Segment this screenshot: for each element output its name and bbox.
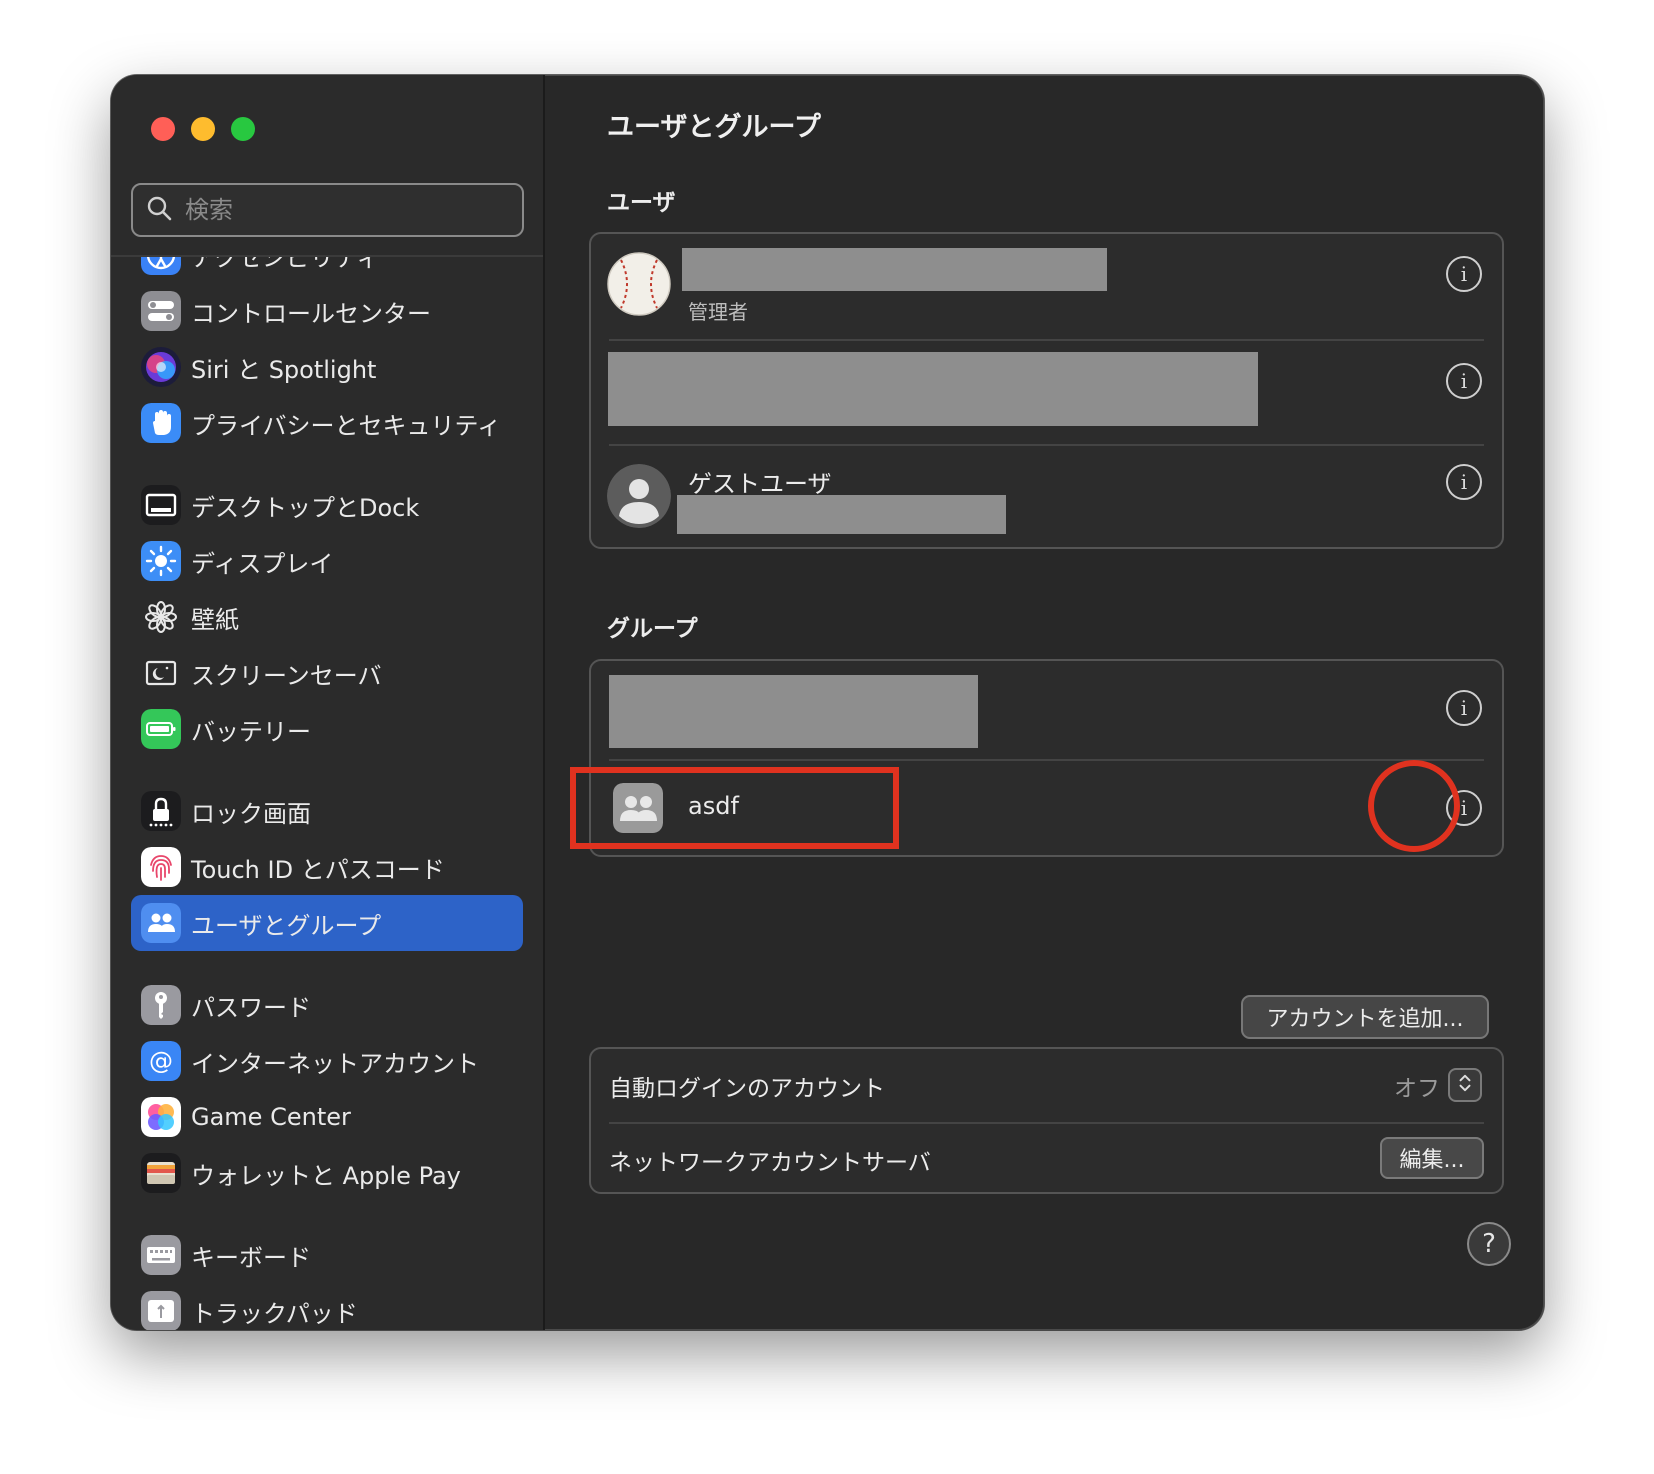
- settings-window: アクセシビリティ コントロールセンター Siri と Spotlight: [111, 75, 1544, 1330]
- groups-section-title: グループ: [607, 616, 698, 642]
- edit-button[interactable]: 編集...: [1380, 1137, 1484, 1179]
- user-row-guest[interactable]: ゲストユーザ i: [591, 444, 1502, 547]
- lock-icon: [141, 791, 181, 831]
- redacted-user-entry: [608, 352, 1258, 426]
- sidebar-item-label: キーボード: [191, 1243, 311, 1272]
- control-center-icon: [141, 291, 181, 331]
- auto-login-label: 自動ログインのアカウント: [609, 1076, 885, 1102]
- user-row-admin[interactable]: 管理者 i: [591, 234, 1502, 339]
- dock-icon: [141, 485, 181, 525]
- wallpaper-flower-icon: [141, 597, 181, 637]
- sidebar-item-wallet[interactable]: ウォレットと Apple Pay: [131, 1145, 523, 1201]
- sidebar-item-control-center[interactable]: コントロールセンター: [131, 283, 523, 339]
- game-center-icon: [141, 1097, 181, 1137]
- sidebar-item-wallpaper[interactable]: 壁紙: [131, 589, 523, 645]
- sidebar-item-label: スクリーンセーバ: [191, 661, 382, 690]
- options-panel: 自動ログインのアカウント オフ ネットワークアカウントサーバ 編集...: [589, 1047, 1504, 1194]
- accessibility-icon: [141, 257, 181, 275]
- sidebar-item-label: パスワード: [191, 993, 311, 1022]
- sidebar-item-label: バッテリー: [191, 717, 311, 746]
- sidebar-item-label: インターネットアカウント: [191, 1049, 479, 1078]
- zoom-window-button[interactable]: [231, 117, 255, 141]
- window-controls: [151, 117, 255, 141]
- add-account-button[interactable]: アカウントを追加...: [1241, 995, 1489, 1039]
- network-server-row: ネットワークアカウントサーバ 編集...: [591, 1122, 1502, 1194]
- search-icon: [145, 194, 173, 226]
- fingerprint-icon: [141, 847, 181, 887]
- sidebar-item-lock-screen[interactable]: ロック画面: [131, 783, 523, 839]
- sidebar-item-privacy-security[interactable]: プライバシーとセキュリティ: [131, 395, 523, 451]
- auto-login-popup-stepper[interactable]: [1448, 1068, 1482, 1102]
- wallet-icon: [141, 1153, 181, 1193]
- sidebar-item-battery[interactable]: バッテリー: [131, 701, 523, 757]
- minimize-window-button[interactable]: [191, 117, 215, 141]
- sidebar-item-label: コントロールセンター: [191, 299, 431, 328]
- page-title: ユーザとグループ: [607, 112, 821, 143]
- auto-login-row: 自動ログインのアカウント オフ: [591, 1049, 1502, 1122]
- sidebar-item-label: Siri と Spotlight: [191, 355, 377, 384]
- sidebar: アクセシビリティ コントロールセンター Siri と Spotlight: [111, 75, 545, 1330]
- sidebar-item-desktop-dock[interactable]: デスクトップとDock: [131, 477, 523, 533]
- info-button[interactable]: i: [1446, 363, 1482, 399]
- guest-user-name: ゲストユーザ: [688, 470, 832, 498]
- hand-icon: [141, 403, 181, 443]
- sidebar-item-label: ウォレットと Apple Pay: [191, 1161, 461, 1190]
- annotation-highlight-circle: [1368, 760, 1460, 852]
- sidebar-item-passwords[interactable]: パスワード: [131, 977, 523, 1033]
- sidebar-item-game-center[interactable]: Game Center: [131, 1089, 523, 1145]
- redacted-guest-status: [677, 495, 1006, 534]
- search-input[interactable]: [185, 196, 485, 224]
- person-avatar-icon: [607, 464, 671, 528]
- battery-icon: [141, 709, 181, 749]
- sidebar-item-label: 壁紙: [191, 605, 239, 634]
- sidebar-item-label: Touch ID とパスコード: [191, 855, 445, 884]
- sidebar-item-label: トラックパッド: [191, 1299, 358, 1328]
- sidebar-item-screensaver[interactable]: スクリーンセーバ: [131, 645, 523, 701]
- sidebar-item-label: ユーザとグループ: [191, 911, 382, 940]
- display-brightness-icon: [141, 541, 181, 581]
- at-icon: @: [141, 1041, 181, 1081]
- sidebar-list[interactable]: アクセシビリティ コントロールセンター Siri と Spotlight プライ…: [111, 257, 543, 1330]
- baseball-avatar: [607, 252, 671, 316]
- sidebar-item-displays[interactable]: ディスプレイ: [131, 533, 523, 589]
- users-icon: [141, 903, 181, 943]
- sidebar-item-label: Game Center: [191, 1103, 351, 1131]
- main-content: ユーザとグループ ユーザ 管理者 i i ゲストユーザ i グループ i asd…: [547, 75, 1544, 1330]
- redacted-group-name: [609, 675, 978, 748]
- info-button[interactable]: i: [1446, 690, 1482, 726]
- screensaver-icon: [141, 653, 181, 693]
- siri-icon: [141, 347, 181, 387]
- user-role: 管理者: [688, 300, 748, 324]
- help-button[interactable]: ?: [1467, 1222, 1511, 1266]
- close-window-button[interactable]: [151, 117, 175, 141]
- sidebar-item-keyboard[interactable]: キーボード: [131, 1227, 523, 1283]
- group-row-redacted[interactable]: i: [591, 661, 1502, 759]
- sidebar-item-users-groups[interactable]: ユーザとグループ: [131, 895, 523, 951]
- users-section-title: ユーザ: [607, 190, 676, 216]
- sidebar-item-label: プライバシーとセキュリティ: [191, 411, 502, 440]
- info-button[interactable]: i: [1446, 464, 1482, 500]
- chevron-up-down-icon: [1456, 1072, 1474, 1098]
- annotation-highlight-rectangle: [570, 767, 899, 849]
- users-panel: 管理者 i i ゲストユーザ i: [589, 232, 1504, 549]
- sidebar-item-internet-accounts[interactable]: @ インターネットアカウント: [131, 1033, 523, 1089]
- sidebar-item-touch-id[interactable]: Touch ID とパスコード: [131, 839, 523, 895]
- sidebar-item-label: アクセシビリティ: [191, 257, 381, 272]
- svg-text:@: @: [149, 1047, 173, 1075]
- sidebar-item-siri-spotlight[interactable]: Siri と Spotlight: [131, 339, 523, 395]
- info-button[interactable]: i: [1446, 256, 1482, 292]
- sidebar-item-accessibility[interactable]: アクセシビリティ: [131, 257, 523, 283]
- search-field[interactable]: [131, 183, 524, 237]
- key-icon: [141, 985, 181, 1025]
- sidebar-item-label: ディスプレイ: [191, 549, 334, 578]
- keyboard-icon: [141, 1235, 181, 1275]
- user-row-redacted[interactable]: i: [591, 339, 1502, 444]
- trackpad-icon: [141, 1291, 181, 1330]
- auto-login-value[interactable]: オフ: [1394, 1069, 1440, 1103]
- redacted-user-name: [682, 248, 1107, 291]
- sidebar-item-label: デスクトップとDock: [191, 493, 420, 522]
- sidebar-item-label: ロック画面: [191, 799, 311, 828]
- sidebar-item-trackpad[interactable]: トラックパッド: [131, 1283, 523, 1330]
- network-server-label: ネットワークアカウントサーバ: [609, 1150, 931, 1176]
